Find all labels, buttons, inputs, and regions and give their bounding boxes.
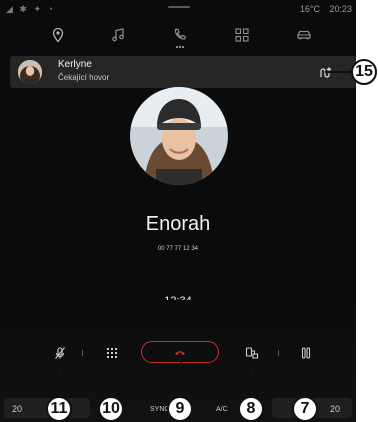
ac-button[interactable]: A/C — [216, 406, 228, 413]
car-icon — [297, 30, 311, 40]
tab-phone[interactable] — [168, 24, 192, 48]
callout-leader — [251, 363, 253, 397]
callout-leader — [111, 363, 113, 397]
phone-call-screen: ◢ ✱ ✦ ◔ 16°C 20:23 Kerlyne Čekající hovo… — [0, 0, 356, 422]
caller-photo — [130, 87, 228, 185]
callout-swap: 15 — [351, 59, 377, 85]
mic-mute-icon — [55, 347, 65, 359]
hold-button[interactable] — [297, 345, 315, 361]
annotated-figure: ◢ ✱ ✦ ◔ 16°C 20:23 Kerlyne Čekající hovo… — [0, 0, 378, 422]
active-caller-name: Enorah — [145, 213, 211, 235]
left-temperature: 20 — [12, 404, 23, 414]
status-bar: ◢ ✱ ✦ ◔ 16°C 20:23 — [0, 0, 356, 20]
active-caller-number: 00 77 77 12 34 — [157, 246, 199, 252]
tab-music[interactable] — [106, 24, 130, 46]
connectivity-icons: ◢ ✱ ✦ ◔ — [6, 4, 55, 14]
apps-grid-icon — [235, 28, 249, 42]
clock: 20:23 — [329, 4, 352, 14]
mute-button[interactable] — [50, 345, 70, 361]
waiting-caller-avatar — [18, 60, 42, 84]
callout-leader — [180, 359, 182, 397]
control-divider — [278, 350, 279, 356]
call-duration: 12:34 — [164, 295, 192, 307]
hang-up-icon — [175, 351, 185, 356]
keypad-button[interactable] — [103, 345, 121, 361]
outside-temperature: 16°C — [299, 4, 320, 14]
pause-icon — [301, 347, 311, 359]
phone-icon — [174, 28, 186, 40]
callout-transfer: 8 — [238, 396, 264, 422]
callout-leader — [305, 363, 307, 397]
waiting-caller-name: Kerlyne — [58, 59, 92, 70]
callout-mute: 11 — [46, 396, 72, 422]
location-pin-icon — [52, 27, 64, 43]
transfer-to-phone-icon — [245, 347, 259, 359]
waiting-call-banner[interactable]: Kerlyne Čekající hovor — [10, 56, 356, 88]
callout-hangup: 9 — [167, 396, 193, 422]
control-divider — [82, 350, 83, 356]
drag-handle[interactable] — [168, 6, 190, 8]
callout-keypad: 10 — [98, 396, 124, 422]
transfer-to-phone-button[interactable] — [243, 345, 261, 361]
tab-navigation[interactable] — [46, 24, 70, 46]
keypad-icon — [107, 348, 117, 358]
music-note-icon — [112, 28, 124, 42]
main-menu-bar — [0, 20, 356, 54]
callout-leader — [59, 363, 61, 397]
tab-vehicle[interactable] — [292, 24, 316, 46]
callout-leader — [325, 71, 351, 73]
callout-hold: 7 — [292, 396, 318, 422]
tab-apps[interactable] — [230, 24, 254, 46]
right-temperature: 20 — [330, 404, 341, 414]
waiting-call-status: Čekající hovor — [58, 73, 110, 82]
